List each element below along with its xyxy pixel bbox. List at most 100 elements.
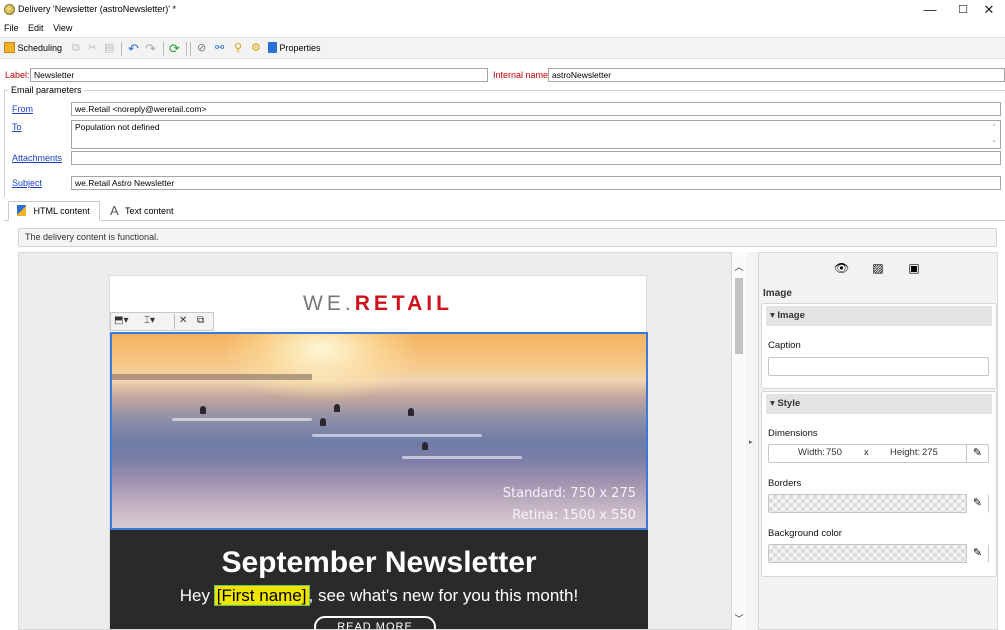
image-toolbar-separator (174, 314, 175, 329)
subject-input[interactable]: we.Retail Astro Newsletter (71, 176, 1001, 190)
undo-icon[interactable]: ↶ (128, 41, 139, 56)
expand-arrow-icon[interactable]: ▸ (749, 438, 753, 446)
email-preview: WE.RETAIL ⬒▾ ⌶▾ ✕ ⧉ Standard: 750 x 275 … (109, 275, 648, 629)
email-parameters-title: Email parameters (9, 85, 84, 95)
height-label: Height: (890, 447, 921, 458)
borders-label: Borders (768, 478, 802, 489)
subject-link[interactable]: Subject (12, 178, 42, 188)
to-link[interactable]: To (12, 122, 22, 132)
style-section-header[interactable]: ▾ Style (766, 394, 992, 414)
hero-wave (172, 418, 312, 421)
scheduling-button[interactable]: Scheduling (4, 41, 62, 56)
dimensions-label: Dimensions (768, 428, 818, 439)
title-bar: Delivery 'Newsletter (astroNewsletter)' … (0, 0, 1005, 20)
logo-retail: RETAIL (354, 292, 453, 315)
label-row: Label: Newsletter Internal name: astroNe… (0, 67, 1005, 83)
link-icon[interactable]: ⚯ (215, 41, 224, 56)
hero-surfer (422, 442, 428, 450)
preview-eye-icon[interactable]: 👁 (834, 261, 849, 277)
replace-image-icon[interactable]: ⬒▾ (114, 315, 128, 326)
background-edit-pen-icon[interactable]: ✎ (966, 544, 988, 563)
toolbar-separator (186, 42, 187, 56)
hero-surfer (200, 406, 206, 414)
read-more-button[interactable]: READ MORE (314, 616, 436, 629)
redo-icon[interactable]: ↷ (145, 41, 156, 56)
scroll-thumb[interactable] (735, 278, 743, 354)
html-tab-icon (17, 205, 26, 216)
paste-icon[interactable]: ▤ (104, 41, 114, 56)
window-title: Delivery 'Newsletter (astroNewsletter)' … (18, 4, 176, 14)
dimensions-edit-pen-icon[interactable]: ✎ (966, 444, 988, 463)
copy-icon[interactable]: ⧉ (72, 41, 80, 56)
background-color-field[interactable]: ✎ (768, 544, 989, 563)
menu-bar: File Edit View (0, 20, 1005, 36)
email-editor-canvas[interactable]: WE.RETAIL ⬒▾ ⌶▾ ✕ ⧉ Standard: 750 x 275 … (18, 252, 732, 630)
hero-wave (312, 434, 482, 437)
close-button[interactable]: ✕ (973, 0, 1005, 20)
add-block-icon[interactable]: ▨ (871, 261, 885, 277)
menu-file[interactable]: File (0, 20, 22, 33)
cut-icon[interactable]: ✂ (88, 41, 97, 56)
newsletter-header-block: September Newsletter Hey [First name], s… (110, 530, 648, 629)
scroll-down-icon[interactable]: ﹀ (732, 612, 746, 625)
calendar-icon (4, 42, 15, 53)
width-label: Width: (798, 447, 825, 458)
attachment-icon[interactable]: ⊘ (197, 41, 206, 56)
editor-scrollbar[interactable]: ︿ ﹀ (732, 252, 746, 630)
align-icon[interactable]: ⌶▾ (144, 315, 155, 326)
toolbar-separator (190, 42, 191, 56)
scroll-up-icon[interactable]: ︿ (732, 260, 746, 273)
width-value[interactable]: 750 (826, 447, 842, 458)
menu-view[interactable]: View (49, 20, 75, 33)
to-textarea[interactable]: Population not defined ⌃ ⌄ (71, 120, 1001, 149)
properties-panel: 👁 ▨ ▣ Image ▾ Image Caption ▾ Style Dime… (758, 252, 998, 630)
tab-text-label: Text content (125, 206, 174, 216)
height-value[interactable]: 275 (922, 447, 938, 458)
image-section-header[interactable]: ▾ Image (766, 306, 992, 326)
panel-splitter[interactable]: ▸ (746, 252, 758, 630)
image-section: ▾ Image Caption (761, 303, 997, 389)
greeting-after: , see what's new for you this month! (308, 586, 579, 605)
caption-input[interactable] (768, 357, 989, 376)
borders-edit-pen-icon[interactable]: ✎ (966, 494, 988, 513)
hero-surfer (408, 408, 414, 416)
tab-html-label: HTML content (33, 206, 90, 216)
from-input[interactable]: we.Retail <noreply@weretail.com> (71, 102, 1001, 116)
person-icon[interactable]: ⚲ (234, 41, 242, 56)
label-caption: Label: (5, 70, 30, 80)
tab-html-content[interactable]: HTML content (8, 201, 100, 221)
hero-sun-glow (222, 334, 422, 404)
personalize-icon[interactable]: ⚙ (251, 41, 261, 56)
delete-block-icon[interactable]: ✕ (179, 315, 187, 326)
to-scroll-down-icon[interactable]: ⌄ (991, 135, 997, 147)
first-name-personalization[interactable]: [First name] (213, 585, 310, 606)
content-tabs: HTML content A Text content (4, 201, 1005, 221)
clipboard-icon (268, 42, 277, 53)
hero-pier (112, 374, 312, 380)
duplicate-block-icon[interactable]: ⧉ (197, 315, 204, 326)
hero-image[interactable]: Standard: 750 x 275 Retina: 1500 x 550 (110, 332, 648, 530)
app-icon (4, 4, 15, 15)
internal-name-input[interactable]: astroNewsletter (548, 68, 1005, 82)
hero-surfer (320, 418, 326, 426)
text-tab-icon: A (110, 203, 119, 218)
image-block-toolbar: ⬒▾ ⌶▾ ✕ ⧉ (110, 312, 214, 331)
style-section: ▾ Style Dimensions Width: 750 x Height: … (761, 391, 997, 577)
attachments-input[interactable] (71, 151, 1001, 165)
tab-text-content[interactable]: A Text content (106, 201, 184, 221)
dimensions-field[interactable]: Width: 750 x Height: 275 ✎ (768, 444, 989, 463)
label-input[interactable]: Newsletter (30, 68, 488, 82)
menu-edit[interactable]: Edit (24, 20, 47, 33)
refresh-icon[interactable]: ⟳ (169, 41, 180, 56)
from-link[interactable]: From (12, 104, 33, 114)
toolbar-separator (121, 42, 122, 56)
copy-block-icon[interactable]: ▣ (907, 261, 921, 277)
image-section-title: Image (777, 310, 805, 321)
to-scroll-up-icon[interactable]: ⌃ (991, 122, 997, 134)
newsletter-headline: September Newsletter (221, 546, 537, 579)
internal-name-caption: Internal name: (493, 70, 551, 80)
properties-button[interactable]: Properties (268, 41, 321, 56)
minimize-button[interactable]: — (914, 0, 946, 20)
borders-field[interactable]: ✎ (768, 494, 989, 513)
attachments-link[interactable]: Attachments (12, 153, 62, 163)
